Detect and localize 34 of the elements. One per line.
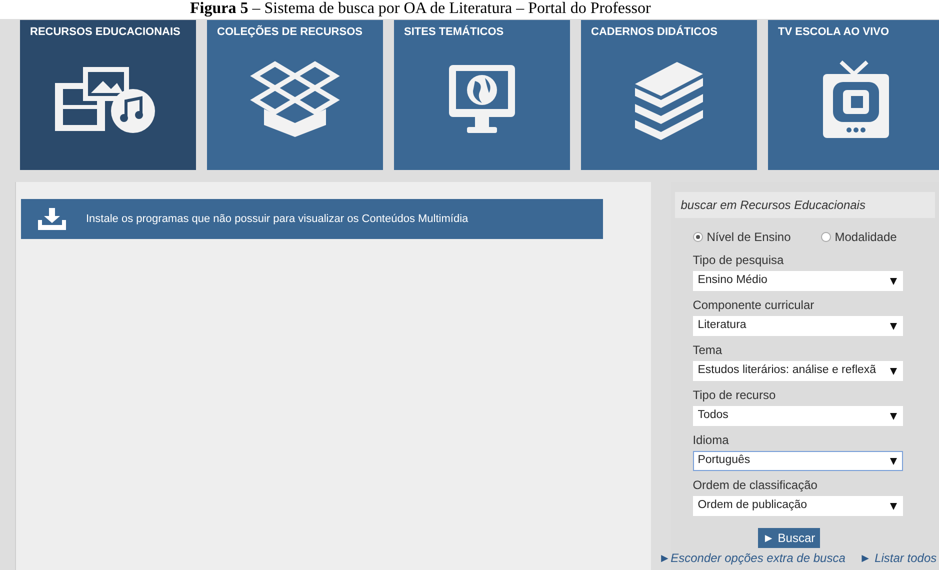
category-tile[interactable]: COLEÇÕES DE RECURSOS <box>207 20 383 170</box>
radio-option[interactable]: Modalidade <box>820 228 897 246</box>
field-label: Idioma <box>692 433 730 447</box>
download-icon <box>38 208 66 230</box>
dropdown-caret-icon <box>890 412 897 420</box>
search-heading: buscar em Recursos Educacionais <box>674 192 935 218</box>
dropdown-caret-icon <box>890 458 897 464</box>
radio-option[interactable]: Nível de Ensino <box>692 228 791 246</box>
tv-icon <box>821 60 891 140</box>
dropdown-caret-icon <box>890 502 897 510</box>
select-field[interactable]: Ensino Médio <box>692 271 903 291</box>
box-icon <box>250 61 340 140</box>
select-field[interactable]: Literatura <box>692 316 903 336</box>
field-label: Tema <box>692 343 724 357</box>
category-tile[interactable]: CADERNOS DIDÁTICOS <box>581 20 757 170</box>
dropdown-caret-icon <box>890 278 897 284</box>
banner-text: Instale os programas que não possuir para visualizar os Conteúdos Multimídia <box>86 212 468 227</box>
field-label: Componente curricular <box>692 298 816 312</box>
dropdown-caret-icon <box>890 322 897 330</box>
field-label: Ordem de classificação <box>692 478 818 492</box>
select-field[interactable]: Todos <box>692 406 903 426</box>
select-field[interactable]: Estudos literários: análise e reflexã <box>692 361 903 381</box>
search-link[interactable]: ► Listar todos <box>859 549 937 567</box>
search-button[interactable]: ► Buscar <box>758 528 820 548</box>
category-tile[interactable]: TV ESCOLA AO VIVO <box>768 20 939 170</box>
select-field[interactable]: Português <box>692 451 903 471</box>
field-label: Tipo de recurso <box>692 388 777 402</box>
category-tile[interactable]: SITES TEMÁTICOS <box>394 20 570 170</box>
category-tile[interactable]: RECURSOS EDUCACIONAIS <box>20 20 196 170</box>
dropdown-caret-icon <box>890 368 897 374</box>
figure-caption: Figura 5 – Sistema de busca por OA de Literatura – Portal do Professor <box>189 0 652 19</box>
select-field[interactable]: Ordem de publicação <box>692 496 903 516</box>
search-link[interactable]: ►Esconder opções extra de busca <box>658 549 846 567</box>
field-label: Tipo de pesquisa <box>692 253 785 267</box>
